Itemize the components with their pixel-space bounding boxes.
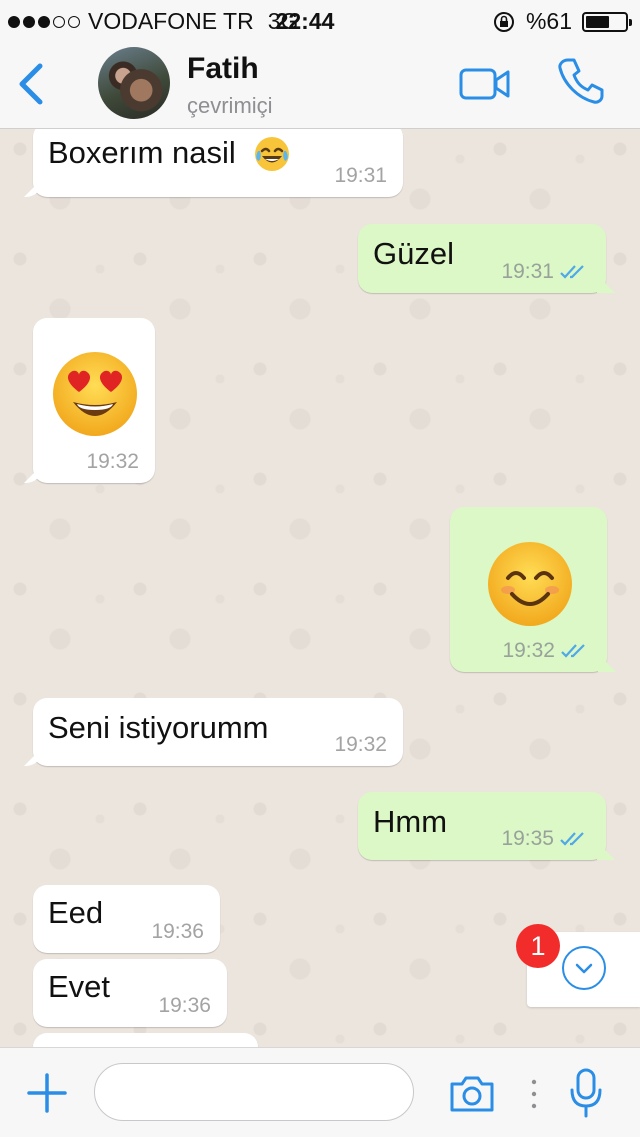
chat-header: Fatih çevrimiçi <box>0 40 640 129</box>
plus-attach-icon[interactable] <box>26 1072 68 1114</box>
message-input-bar <box>0 1047 640 1137</box>
camera-icon[interactable] <box>448 1074 496 1114</box>
message-time: 19:31 <box>501 260 554 283</box>
message-text: Evet <box>48 969 111 1004</box>
message-text: Hmm <box>373 804 448 839</box>
rotation-lock-icon <box>493 11 514 32</box>
read-receipt-icon <box>561 644 585 658</box>
message-bubble-outgoing[interactable]: 19:32 <box>450 507 607 672</box>
battery-percent: %61 <box>525 8 572 34</box>
message-bubble-incoming[interactable]: Seni istiyorumm 19:32 <box>33 698 403 766</box>
back-chevron-icon[interactable] <box>14 60 46 108</box>
message-time: 19:32 <box>334 733 387 756</box>
message-bubble-incoming[interactable]: Eed 19:36 <box>33 885 220 953</box>
heart-eyes-emoji-icon <box>53 352 137 436</box>
read-receipt-icon <box>560 832 584 846</box>
message-input[interactable] <box>94 1063 414 1121</box>
message-text: Seni istiyorumm <box>48 710 269 745</box>
message-time: 19:32 <box>86 450 139 473</box>
status-time: 22:44 <box>275 8 335 34</box>
unread-count-badge: 1 <box>516 924 560 968</box>
chevron-down-icon <box>562 946 606 990</box>
contact-status: çevrimiçi <box>187 93 273 118</box>
message-bubble-incoming[interactable]: Evet 19:36 <box>33 959 227 1027</box>
message-text: Eed <box>48 895 104 930</box>
message-bubble-outgoing[interactable]: Güzel 19:31 <box>358 224 606 293</box>
battery-icon <box>582 11 632 32</box>
contact-avatar[interactable] <box>98 47 170 119</box>
message-time: 19:32 <box>502 639 555 662</box>
status-bar: VODAFONE TR 3G 22:44 %61 <box>0 0 640 40</box>
message-bubble-incoming-partial[interactable] <box>33 1033 258 1047</box>
message-text: Güzel <box>373 236 454 271</box>
contact-name[interactable]: Fatih <box>187 52 259 86</box>
message-list[interactable]: Boxerım nasil 19:31 Güzel 19:31 19:32 19… <box>0 129 640 1047</box>
message-text: Boxerım nasil <box>48 135 236 170</box>
microphone-icon[interactable] <box>568 1068 604 1118</box>
message-bubble-outgoing[interactable]: Hmm 19:35 <box>358 792 606 860</box>
tears-of-joy-emoji-icon <box>255 137 289 171</box>
phone-call-icon[interactable] <box>556 56 606 106</box>
smiling-eyes-emoji-icon <box>488 542 572 626</box>
read-receipt-icon <box>560 265 584 279</box>
message-time: 19:31 <box>334 164 387 187</box>
message-time: 19:36 <box>158 994 211 1017</box>
message-bubble-incoming[interactable]: 19:32 <box>33 318 155 483</box>
video-call-icon[interactable] <box>458 64 512 104</box>
message-time: 19:36 <box>151 920 204 943</box>
message-bubble-incoming[interactable]: Boxerım nasil 19:31 <box>33 129 403 197</box>
message-time: 19:35 <box>501 827 554 850</box>
more-options-icon[interactable] <box>530 1078 538 1110</box>
